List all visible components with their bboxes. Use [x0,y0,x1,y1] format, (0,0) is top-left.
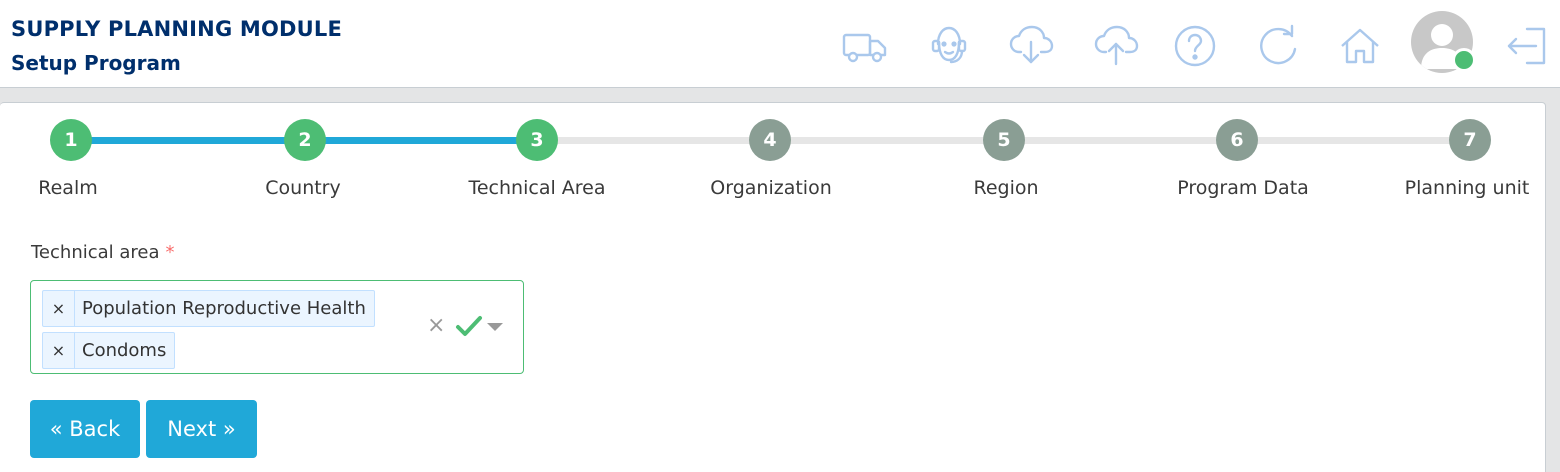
step-2-label: Country [265,177,341,199]
clear-all-button[interactable]: × [427,314,445,338]
selected-tag: × Population Reproductive Health [42,290,375,327]
step-5-circle[interactable]: 5 [983,119,1025,161]
help-icon[interactable] [1171,22,1219,70]
step-7-label: Planning unit [1404,177,1530,199]
module-title: SUPPLY PLANNING MODULE [11,17,343,41]
stepper-track-completed [305,137,537,144]
back-button[interactable]: « Back [30,400,140,458]
logout-icon[interactable] [1503,22,1551,70]
technical-area-label: Technical area * [31,242,175,263]
technical-area-multiselect[interactable]: × Population Reproductive Health × Condo… [30,280,524,374]
selected-tag: × Condoms [42,332,176,369]
step-3-label: Technical Area [468,177,606,199]
app-header: SUPPLY PLANNING MODULE Setup Program [0,0,1560,88]
support-agent-icon[interactable] [925,22,973,70]
required-mark: * [165,242,175,263]
home-icon[interactable] [1336,22,1384,70]
remove-tag-button[interactable]: × [43,291,75,326]
step-6-label: Program Data [1177,177,1309,199]
valid-check-icon [456,316,482,336]
step-5-label: Region [973,177,1039,199]
step-1-label: Realm [38,177,98,199]
online-status-indicator [1452,48,1476,72]
step-2-circle[interactable]: 2 [284,119,326,161]
page-title: Setup Program [11,51,181,75]
step-7-circle[interactable]: 7 [1449,119,1491,161]
stepper-track-completed [71,137,305,144]
step-6-circle[interactable]: 6 [1216,119,1258,161]
cloud-download-icon[interactable] [1007,22,1055,70]
next-button[interactable]: Next » [146,400,257,458]
dropdown-caret-icon[interactable] [487,323,503,331]
truck-icon[interactable] [841,22,889,70]
cloud-upload-icon[interactable] [1092,22,1140,70]
tag-label: Population Reproductive Health [82,298,366,319]
tag-label: Condoms [82,340,167,361]
step-3-circle[interactable]: 3 [516,119,558,161]
step-1-circle[interactable]: 1 [50,119,92,161]
technical-area-label-text: Technical area [31,242,160,263]
step-4-circle[interactable]: 4 [749,119,791,161]
remove-tag-button[interactable]: × [43,333,75,368]
step-4-label: Organization [710,177,832,199]
refresh-icon[interactable] [1254,22,1302,70]
